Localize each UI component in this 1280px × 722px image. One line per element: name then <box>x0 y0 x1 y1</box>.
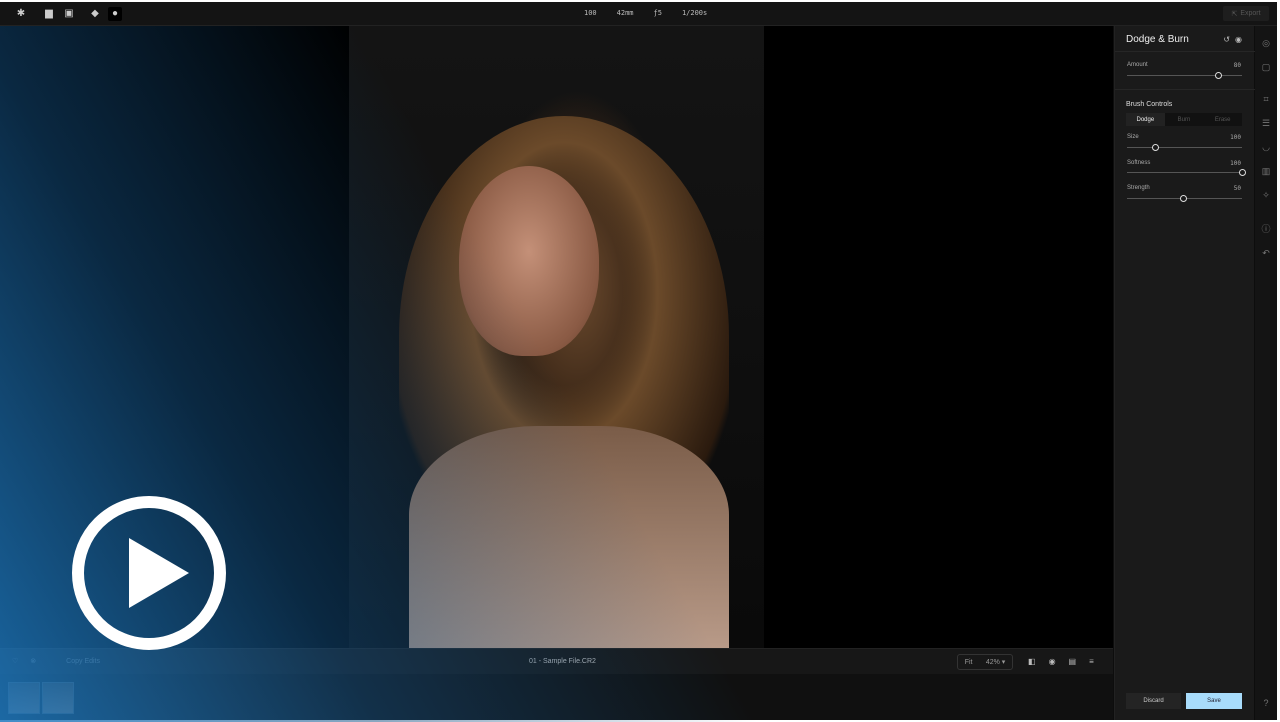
brush-controls-title: Brush Controls <box>1126 101 1173 108</box>
mode-burn[interactable]: Burn <box>1165 113 1204 126</box>
filter-icon[interactable]: ▥ <box>1260 166 1272 177</box>
play-button-icon[interactable] <box>72 496 226 650</box>
slider-knob[interactable] <box>1239 169 1246 176</box>
logo-menu-icon[interactable]: ✱ <box>14 7 28 21</box>
slider-knob[interactable] <box>1180 195 1188 202</box>
crop-icon[interactable]: ⌗ <box>1260 94 1272 105</box>
image-info-icon[interactable]: ▤ <box>1069 657 1077 666</box>
exif-info: 100 42mm ƒ5 1/200s <box>584 9 707 17</box>
brush-mode-selector: Dodge Burn Erase <box>1126 113 1242 126</box>
file-name: 01 - Sample File.CR2 <box>529 658 596 665</box>
aperture: ƒ5 <box>653 9 662 17</box>
export-label: Export <box>1240 10 1261 17</box>
info-icon[interactable]: ⓘ <box>1260 222 1272 235</box>
shutter-speed: 1/200s <box>681 9 708 17</box>
export-button[interactable]: ⇱ Export <box>1223 6 1269 21</box>
layers-icon[interactable]: ▢ <box>1260 62 1272 73</box>
softness-label: Softness <box>1127 160 1151 166</box>
strength-label: Strength <box>1127 185 1150 191</box>
strength-slider[interactable] <box>1127 195 1242 202</box>
canvas-bottom-bar: ♡ ⊗ Copy Edits 01 - Sample File.CR2 Fit … <box>0 648 1113 674</box>
strength-value: 50 <box>1233 185 1241 192</box>
thumbnail[interactable] <box>8 682 40 714</box>
size-value: 100 <box>1230 134 1241 141</box>
search-icon[interactable]: ● <box>108 6 122 21</box>
reject-icon[interactable]: ⊗ <box>30 657 36 665</box>
dodge-burn-panel: Dodge & Burn ↺ ◉ Amount 80 Brush Controls… <box>1114 26 1255 720</box>
help-icon[interactable]: ? <box>1260 698 1272 708</box>
undo-icon[interactable]: ↶ <box>1260 248 1272 259</box>
presets-icon[interactable]: ◎ <box>1260 38 1272 49</box>
thumbnail[interactable] <box>42 682 74 714</box>
softness-slider[interactable] <box>1127 169 1246 176</box>
panel-title: Dodge & Burn <box>1126 34 1189 45</box>
softness-value: 100 <box>1230 160 1241 167</box>
filmstrip <box>0 674 1113 720</box>
photo-editor-app: ✱ ▆ ▣ ◆ ● 100 42mm ƒ5 1/200s ⇱ Export ♡ ⊗… <box>0 2 1277 722</box>
focal-length: 42mm <box>616 9 634 17</box>
copy-edits-button[interactable]: Copy Edits <box>66 658 100 665</box>
amount-value: 80 <box>1233 62 1241 69</box>
top-toolbar: ✱ ▆ ▣ ◆ ● 100 42mm ƒ5 1/200s ⇱ Export <box>0 2 1277 26</box>
slider-knob[interactable] <box>1214 72 1222 79</box>
amount-label: Amount <box>1127 62 1148 68</box>
export-icon: ⇱ <box>1231 10 1238 18</box>
amount-slider[interactable] <box>1127 72 1242 79</box>
reset-icon[interactable]: ↺ <box>1223 35 1230 44</box>
size-label: Size <box>1127 134 1139 140</box>
discard-button[interactable]: Discard <box>1126 693 1181 709</box>
library-icon[interactable]: ▆ <box>42 7 56 21</box>
fit-button[interactable]: Fit <box>965 659 973 666</box>
mask-icon[interactable]: ◡ <box>1260 142 1272 153</box>
save-button[interactable]: Save <box>1186 693 1242 709</box>
retouch-icon[interactable]: ✧ <box>1260 190 1272 201</box>
zoom-control[interactable]: Fit 42% ▾ <box>957 654 1013 670</box>
mode-dodge[interactable]: Dodge <box>1126 113 1165 126</box>
tool-rail: ◎ ▢ ⌗ ☰ ◡ ▥ ✧ ⓘ ↶ ? <box>1255 26 1277 720</box>
adjust-icon[interactable]: ☰ <box>1260 118 1272 129</box>
gallery-icon[interactable]: ▣ <box>62 7 76 21</box>
edit-icon[interactable]: ◆ <box>88 7 102 21</box>
portrait-photo[interactable] <box>349 26 764 648</box>
mode-erase[interactable]: Erase <box>1203 113 1242 126</box>
sort-icon[interactable]: ≡ <box>1089 657 1094 666</box>
preview-eye-icon[interactable]: ◉ <box>1049 657 1056 666</box>
visibility-eye-icon[interactable]: ◉ <box>1235 35 1242 44</box>
compare-icon[interactable]: ◧ <box>1028 657 1036 666</box>
favorite-icon[interactable]: ♡ <box>12 657 18 665</box>
iso: 100 <box>584 9 597 17</box>
size-slider[interactable] <box>1127 144 1242 151</box>
zoom-dropdown[interactable]: 42% ▾ <box>986 658 1005 666</box>
slider-knob[interactable] <box>1151 144 1159 151</box>
